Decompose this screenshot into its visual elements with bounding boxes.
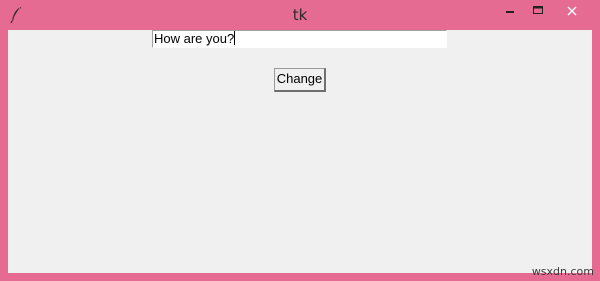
- window-client-area: How are you? Change: [8, 30, 592, 273]
- watermark: wsxdn.com: [531, 265, 594, 278]
- minimize-icon: [506, 11, 514, 13]
- maximize-button[interactable]: [524, 0, 552, 24]
- title-bar[interactable]: tk: [0, 0, 600, 30]
- tk-window: tk How are you? Change wsxdn.com: [0, 0, 600, 281]
- text-entry[interactable]: How are you?: [152, 30, 447, 48]
- text-caret: [234, 31, 236, 45]
- close-icon: [567, 6, 577, 16]
- close-button[interactable]: [552, 0, 592, 24]
- change-button[interactable]: Change: [274, 68, 326, 92]
- entry-value: How are you?: [154, 31, 235, 46]
- minimize-button[interactable]: [496, 0, 524, 24]
- maximize-icon: [533, 6, 543, 14]
